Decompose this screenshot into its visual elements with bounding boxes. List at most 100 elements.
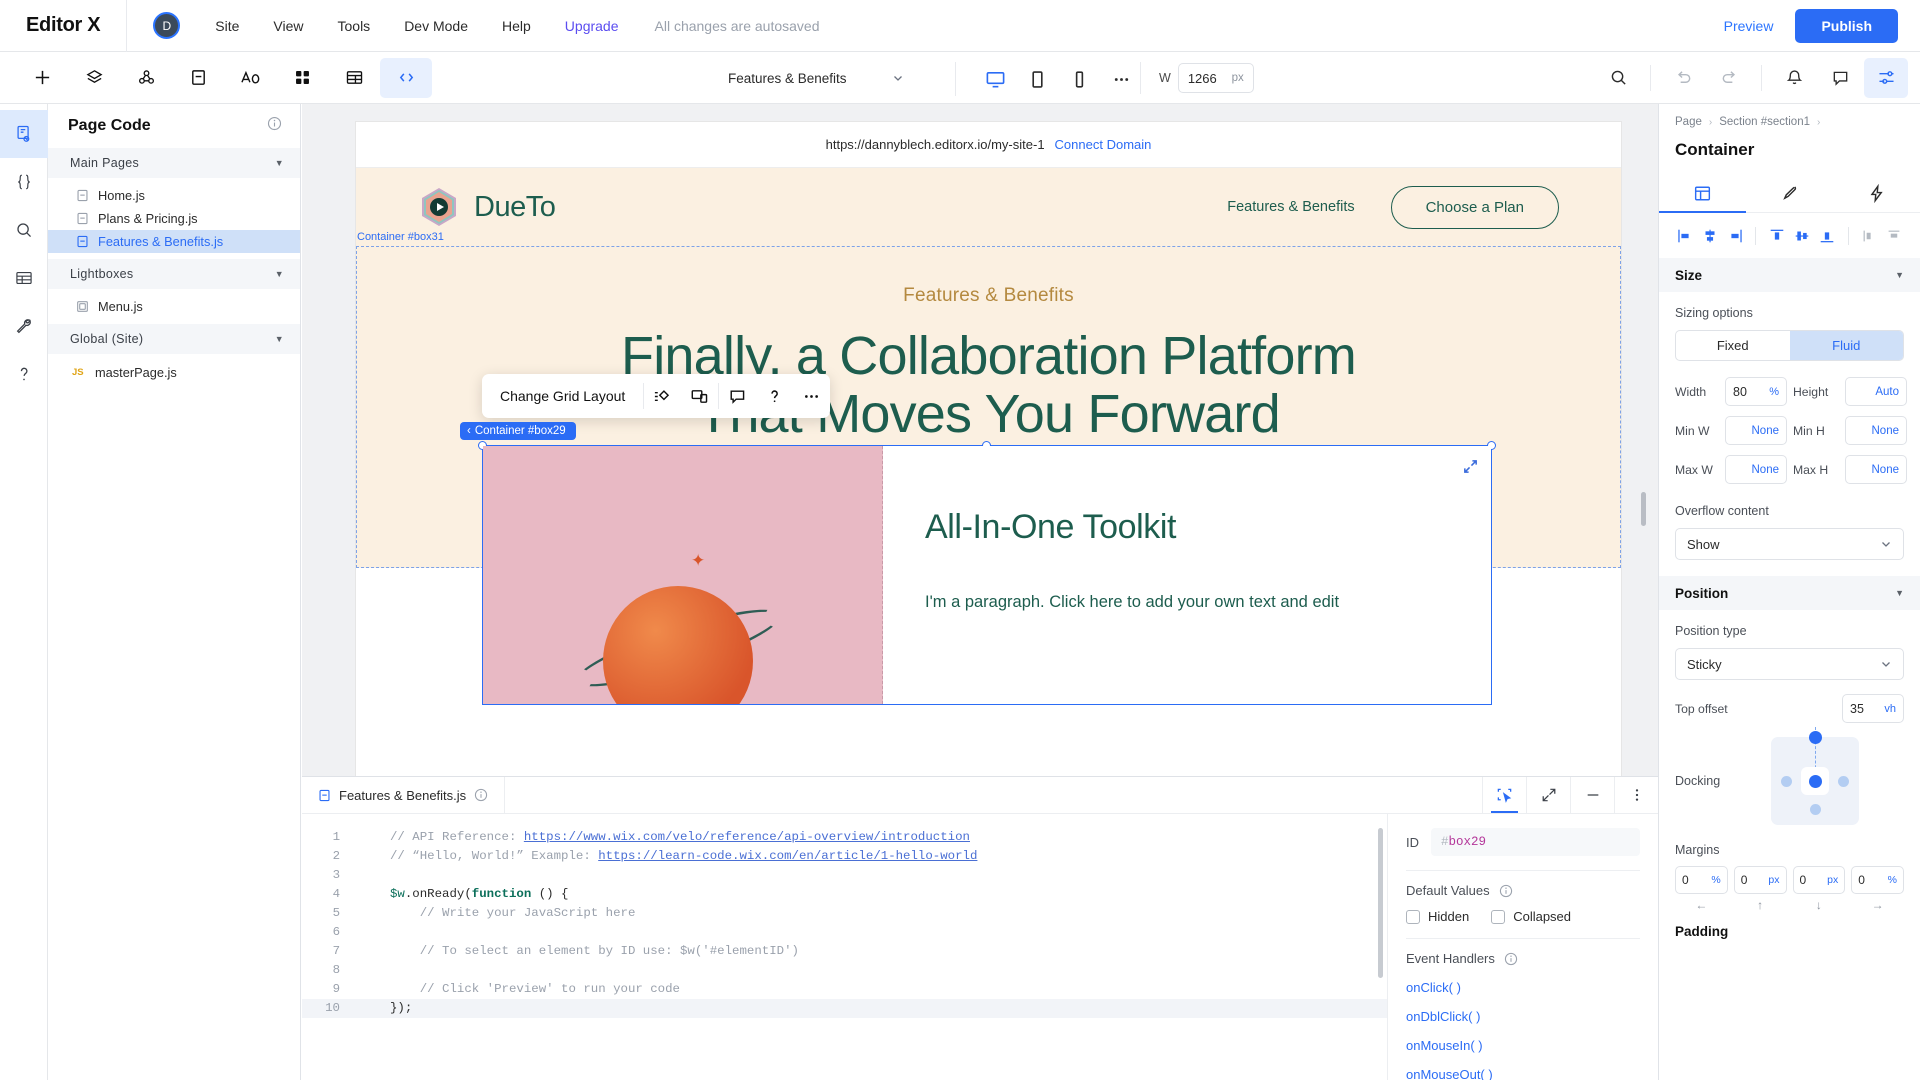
- expand-icon[interactable]: [1462, 458, 1479, 480]
- align-right-icon[interactable]: [1723, 224, 1746, 248]
- breadcrumb-section[interactable]: Section #section1: [1719, 116, 1810, 128]
- group-main-pages[interactable]: Main Pages ▼: [48, 148, 300, 178]
- choose-a-plan-button[interactable]: Choose a Plan: [1390, 185, 1559, 229]
- event-onmousein[interactable]: onMouseIn( ): [1406, 1038, 1640, 1053]
- comments-icon[interactable]: [1818, 58, 1862, 98]
- margin-right-input[interactable]: 0 %: [1851, 866, 1904, 894]
- page-selector[interactable]: Features & Benefits: [720, 63, 912, 93]
- help-icon[interactable]: [0, 350, 48, 398]
- group-global-site[interactable]: Global (Site) ▼: [48, 324, 300, 354]
- desktop-icon[interactable]: [976, 63, 1014, 95]
- align-top-icon[interactable]: [1765, 224, 1788, 248]
- align-bottom-icon[interactable]: [1816, 224, 1839, 248]
- height-input[interactable]: Auto: [1845, 377, 1907, 406]
- dock-bottom-handle[interactable]: [1809, 804, 1821, 815]
- menu-tools[interactable]: Tools: [321, 0, 388, 52]
- code-text-area[interactable]: 1 // API Reference: https://www.wix.com/v…: [302, 814, 1387, 1080]
- minimize-icon[interactable]: [1570, 777, 1614, 813]
- event-onmouseout[interactable]: onMouseOut( ): [1406, 1067, 1640, 1080]
- add-icon[interactable]: [16, 58, 68, 98]
- top-offset-input[interactable]: 35 vh: [1842, 694, 1904, 723]
- mobile-icon[interactable]: [1060, 63, 1098, 95]
- dev-mode-icon[interactable]: [380, 57, 432, 98]
- undo-icon[interactable]: [1661, 58, 1705, 98]
- search-icon[interactable]: [0, 206, 48, 254]
- canvas-scroll-right-handle[interactable]: [1641, 492, 1646, 526]
- max-height-input[interactable]: None: [1845, 455, 1907, 484]
- dock-left-handle[interactable]: [1781, 775, 1792, 787]
- page-code-icon[interactable]: [0, 110, 48, 158]
- more-vert-icon[interactable]: [1614, 777, 1658, 813]
- preview-button[interactable]: Preview: [1702, 18, 1796, 34]
- file-row[interactable]: Plans & Pricing.js: [48, 207, 300, 230]
- selected-container[interactable]: ✦ All-In-One Toolkit I'm a paragraph. Cl…: [478, 441, 1496, 705]
- overflow-content-select[interactable]: Show: [1675, 528, 1904, 560]
- page-icon[interactable]: [172, 58, 224, 98]
- breadcrumb-page[interactable]: Page: [1675, 116, 1702, 128]
- distribute-h-icon[interactable]: [1858, 224, 1881, 248]
- tools-wrench-icon[interactable]: [0, 302, 48, 350]
- more-devices-icon[interactable]: [1102, 63, 1140, 95]
- margin-top-input[interactable]: 0 px: [1733, 866, 1787, 894]
- align-center-h-icon[interactable]: [1698, 224, 1721, 248]
- position-section-header[interactable]: Position ▼: [1659, 576, 1920, 610]
- more-icon[interactable]: [793, 374, 830, 418]
- code-token[interactable]: https://learn-code.wix.com/en/article/1-…: [598, 849, 977, 863]
- container-box29-tag[interactable]: ‹ Container #box29: [460, 422, 576, 440]
- size-section-header[interactable]: Size ▼: [1659, 258, 1920, 292]
- info-icon[interactable]: [474, 788, 488, 802]
- min-height-input[interactable]: None: [1845, 416, 1907, 445]
- code-braces-icon[interactable]: [0, 158, 48, 206]
- align-left-icon[interactable]: [1673, 224, 1696, 248]
- sizing-option-fixed[interactable]: Fixed: [1676, 331, 1790, 360]
- margin-bottom-input[interactable]: 0 px: [1792, 866, 1846, 894]
- dock-top-handle[interactable]: [1808, 731, 1822, 744]
- info-icon[interactable]: [1499, 884, 1513, 898]
- event-onclick[interactable]: onClick( ): [1406, 980, 1640, 995]
- code-tab-features-benefits[interactable]: Features & Benefits.js: [302, 777, 506, 813]
- site-nav-link[interactable]: Features & Benefits: [1227, 199, 1354, 215]
- position-type-select[interactable]: Sticky: [1675, 648, 1904, 680]
- file-row[interactable]: Menu.js: [48, 295, 300, 318]
- sizing-option-fluid[interactable]: Fluid: [1789, 331, 1903, 360]
- file-row[interactable]: JS masterPage.js: [48, 361, 300, 384]
- info-icon[interactable]: [1504, 952, 1518, 966]
- menu-view[interactable]: View: [256, 0, 320, 52]
- notifications-icon[interactable]: [1772, 58, 1816, 98]
- upgrade-link[interactable]: Upgrade: [548, 0, 636, 52]
- responsive-icon[interactable]: [681, 374, 718, 418]
- margin-left-input[interactable]: 0 %: [1675, 866, 1728, 894]
- zoom-icon[interactable]: [1596, 58, 1640, 98]
- group-lightboxes[interactable]: Lightboxes ▼: [48, 259, 300, 289]
- text-icon[interactable]: [224, 58, 276, 98]
- apps-icon[interactable]: [276, 58, 328, 98]
- cms-icon[interactable]: [328, 58, 380, 98]
- layout-tab-icon[interactable]: [1659, 174, 1746, 213]
- docking-pad[interactable]: [1771, 727, 1859, 825]
- file-row-selected[interactable]: Features & Benefits.js: [48, 230, 300, 253]
- code-token[interactable]: https://www.wix.com/velo/reference/api-o…: [524, 830, 970, 844]
- layers-icon[interactable]: [68, 58, 120, 98]
- hidden-checkbox[interactable]: Hidden: [1406, 909, 1469, 924]
- width-input[interactable]: 80 %: [1725, 377, 1787, 406]
- grid-layout-icon[interactable]: [644, 374, 681, 418]
- dock-center-handle[interactable]: [1808, 774, 1822, 788]
- tablet-icon[interactable]: [1018, 63, 1056, 95]
- collapsed-checkbox[interactable]: Collapsed: [1491, 909, 1571, 924]
- comment-icon[interactable]: [719, 374, 756, 418]
- connect-domain-link[interactable]: Connect Domain: [1055, 137, 1152, 152]
- info-icon[interactable]: [267, 116, 282, 136]
- design-tab-icon[interactable]: [1746, 174, 1833, 212]
- settings-icon[interactable]: [1864, 57, 1908, 98]
- distribute-v-icon[interactable]: [1883, 224, 1906, 248]
- event-ondblclick[interactable]: onDblClick( ): [1406, 1009, 1640, 1024]
- width-input[interactable]: 1266 px: [1177, 63, 1254, 93]
- help-icon[interactable]: [756, 374, 793, 418]
- menu-dev-mode[interactable]: Dev Mode: [387, 0, 485, 52]
- file-row[interactable]: Home.js: [48, 184, 300, 207]
- max-width-input[interactable]: None: [1725, 455, 1787, 484]
- menu-help[interactable]: Help: [485, 0, 548, 52]
- code-scrollbar[interactable]: [1378, 828, 1383, 978]
- redo-icon[interactable]: [1707, 58, 1751, 98]
- change-grid-layout-button[interactable]: Change Grid Layout: [482, 388, 643, 404]
